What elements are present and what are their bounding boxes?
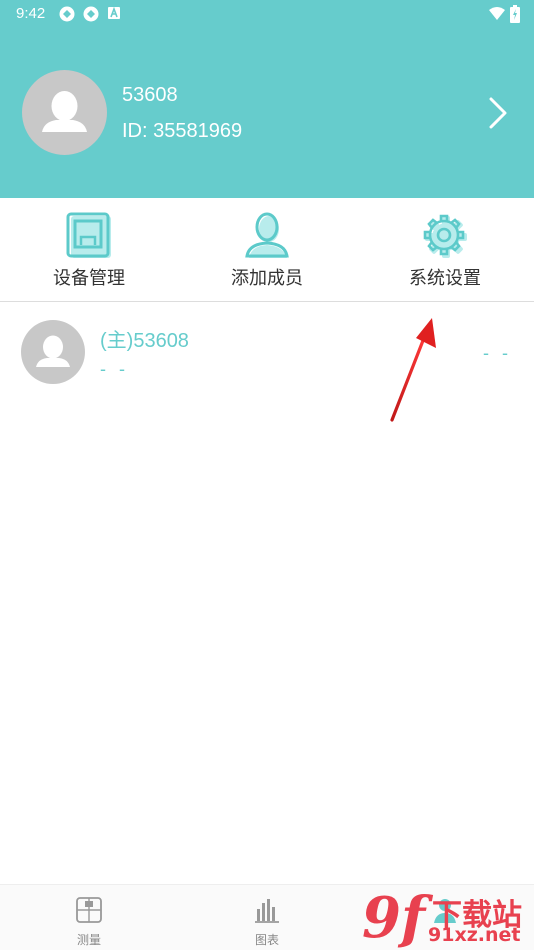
chevron-right-icon[interactable] bbox=[486, 96, 510, 130]
user-silhouette-icon bbox=[42, 91, 87, 132]
watermark-url: 91xz.net bbox=[428, 924, 521, 946]
nav-chart-label: 图表 bbox=[254, 933, 279, 947]
add-member-label: 添加成员 bbox=[231, 268, 303, 288]
system-icons bbox=[488, 5, 520, 28]
profile-card[interactable]: 53608 ID: 35581969 bbox=[22, 70, 512, 156]
notification-icons bbox=[58, 5, 122, 28]
username: 53608 bbox=[122, 84, 178, 106]
annotation-arrow-icon bbox=[390, 318, 436, 422]
user-silhouette-icon bbox=[36, 335, 70, 367]
chart-icon bbox=[255, 899, 279, 923]
sync-icon bbox=[58, 5, 76, 28]
device-management-button[interactable]: 设备管理 bbox=[0, 198, 178, 301]
avatar[interactable] bbox=[22, 70, 107, 155]
member-name: (主)53608 bbox=[100, 330, 189, 352]
wifi-icon bbox=[488, 6, 506, 27]
member-list-item[interactable]: (主)53608 - - - - bbox=[0, 303, 534, 399]
user-id: ID: 35581969 bbox=[122, 120, 243, 142]
watermark-logo: 9f 下载站 91xz.net bbox=[362, 890, 534, 948]
member-value: - - bbox=[483, 343, 512, 363]
member-reading: - - bbox=[100, 359, 129, 379]
quick-actions: 设备管理 添加成员 系统设置 bbox=[0, 198, 534, 302]
status-time: 9:42 bbox=[16, 5, 46, 22]
gear-icon bbox=[423, 214, 467, 258]
device-management-label: 设备管理 bbox=[53, 268, 125, 288]
system-settings-button[interactable]: 系统设置 bbox=[356, 198, 534, 301]
nav-chart[interactable]: 图表 bbox=[178, 885, 356, 950]
battery-icon bbox=[510, 5, 520, 28]
system-settings-label: 系统设置 bbox=[409, 268, 481, 288]
nav-measure[interactable]: 测量 bbox=[0, 885, 178, 950]
watermark-mark: 9f bbox=[362, 885, 426, 950]
sync-icon bbox=[82, 5, 100, 28]
status-bar: 9:42 bbox=[0, 0, 534, 28]
app-icon bbox=[106, 5, 122, 28]
person-icon bbox=[245, 212, 289, 258]
nav-measure-label: 测量 bbox=[76, 933, 101, 947]
device-icon bbox=[66, 212, 111, 258]
measure-icon bbox=[76, 897, 102, 923]
profile-header: 9:42 53608 ID: 35581969 bbox=[0, 0, 534, 198]
member-avatar bbox=[21, 320, 85, 384]
add-member-button[interactable]: 添加成员 bbox=[178, 198, 356, 301]
